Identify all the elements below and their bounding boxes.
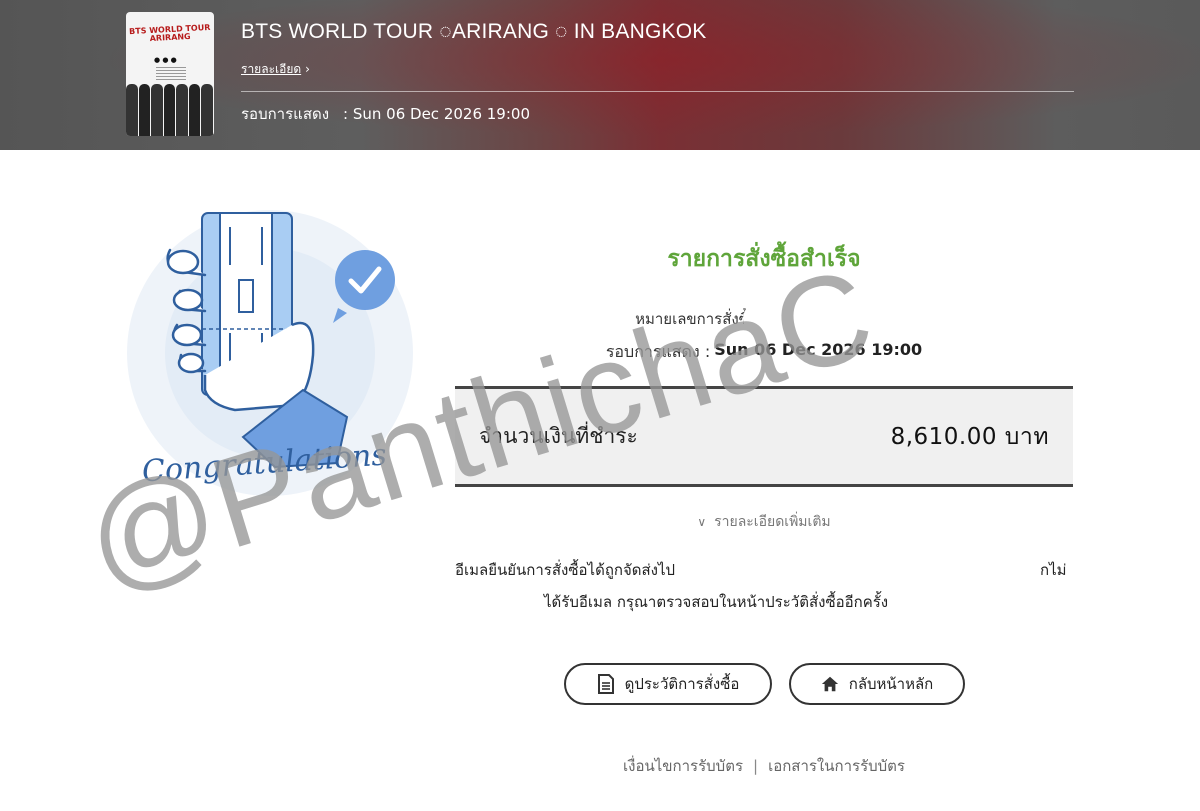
- header-show-round: รอบการแสดง : Sun 06 Dec 2026 19:00: [241, 102, 530, 126]
- more-details-label: รายละเอียดเพิ่มเติม: [714, 514, 831, 530]
- event-detail-link[interactable]: รายละเอียด ›: [241, 60, 310, 79]
- order-number-row: หมายเลขการสั่งซื้: [455, 300, 1073, 338]
- email-notice-line2: ได้รับอีเมล กรุณาตรวจสอบในหน้าประวัติสั่…: [544, 593, 889, 611]
- header-round-value: : Sun 06 Dec 2026 19:00: [343, 105, 530, 123]
- event-poster: BTS WORLD TOUR ARIRANG ● ● ●: [126, 12, 214, 136]
- ticket-documents-link[interactable]: เอกสารในการรับบัตร: [768, 757, 905, 775]
- document-icon: [597, 674, 614, 694]
- ticket-terms-link[interactable]: เงื่อนไขการรับบัตร: [623, 757, 743, 775]
- show-round-label: รอบการแสดง :: [605, 342, 711, 361]
- back-home-button[interactable]: กลับหน้าหลัก: [789, 663, 965, 705]
- header-divider: [241, 91, 1074, 92]
- order-number-redacted: [742, 300, 893, 338]
- show-round-value: Sun 06 Dec 2026 19:00: [714, 340, 923, 359]
- header-round-label: รอบการแสดง: [241, 105, 330, 123]
- footer-divider: |: [753, 757, 759, 775]
- order-success-title: รายการสั่งซื้อสำเร็จ: [667, 246, 861, 272]
- congratulations-illustration: Congratulations: [127, 210, 413, 496]
- chevron-right-icon: ›: [305, 62, 310, 76]
- show-round-row: รอบการแสดง : Sun 06 Dec 2026 19:00: [455, 340, 1073, 365]
- amount-value: 8,610.00 บาท: [890, 423, 1049, 450]
- event-title: BTS WORLD TOUR ◌ARIRANG ◌ IN BANGKOK: [241, 20, 707, 43]
- email-notice-line1: อีเมลยืนยันการสั่งซื้อได้ถูกจัดส่งไป: [455, 561, 676, 579]
- poster-icons: ● ● ●: [154, 56, 177, 64]
- home-icon: [821, 676, 838, 692]
- email-notice-line1-end: กไม่: [1040, 561, 1067, 579]
- amount-label: จำนวนเงินที่ชำระ: [479, 424, 638, 448]
- poster-title: BTS WORLD TOUR ARIRANG: [128, 22, 211, 44]
- event-header: BTS WORLD TOUR ARIRANG ● ● ● BTS WORLD T…: [0, 0, 1200, 150]
- event-detail-label: รายละเอียด: [241, 62, 302, 76]
- poster-members-image: [126, 84, 214, 136]
- order-history-button[interactable]: ดูประวัติการสั่งซื้อ: [564, 663, 772, 705]
- payment-amount-box: จำนวนเงินที่ชำระ 8,610.00 บาท: [455, 386, 1073, 487]
- footer-links: เงื่อนไขการรับบัตร | เอกสารในการรับบัตร: [455, 754, 1073, 778]
- more-details-toggle[interactable]: ∨ รายละเอียดเพิ่มเติม: [455, 511, 1073, 533]
- order-number-label: หมายเลขการสั่งซื้: [635, 310, 749, 328]
- order-history-label: ดูประวัติการสั่งซื้อ: [624, 675, 740, 693]
- back-home-label: กลับหน้าหลัก: [848, 675, 934, 693]
- chevron-down-icon: ∨: [697, 515, 707, 529]
